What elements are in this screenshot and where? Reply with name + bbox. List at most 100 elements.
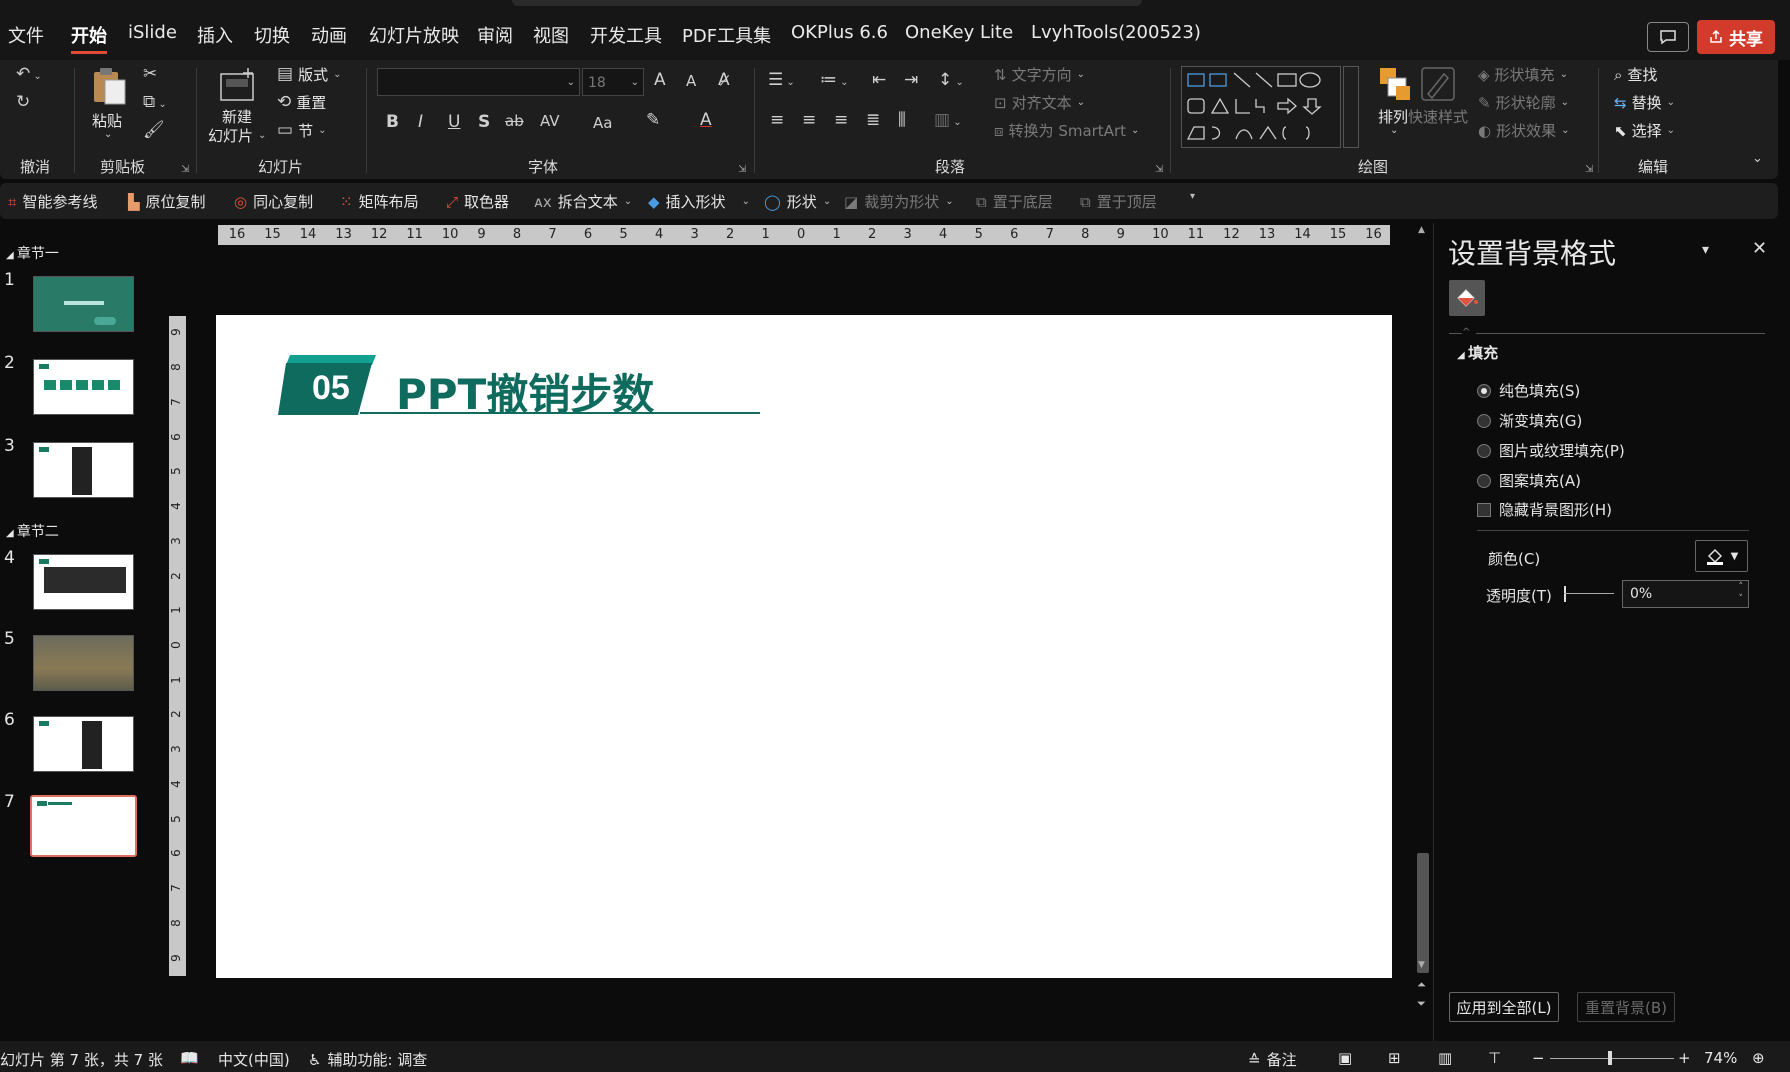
align-text-button[interactable]: ⊡ 对齐文本 ⌄: [994, 92, 1085, 113]
font-launcher-icon[interactable]: ⇲: [738, 164, 746, 175]
shadow-button[interactable]: S: [478, 114, 490, 131]
arrange-button[interactable]: 排列: [1378, 106, 1408, 127]
copy-icon[interactable]: ⧉ ⌄: [143, 94, 167, 111]
smart-guides-button[interactable]: ⌗ 智能参考线: [8, 191, 97, 212]
prev-slide-icon[interactable]: ⏶: [1417, 978, 1426, 992]
matrix-layout-button[interactable]: ⁙ 矩阵布局: [340, 191, 419, 212]
collapse-ribbon-icon[interactable]: ⌄: [1752, 152, 1763, 165]
columns-icon[interactable]: ▥ ⌄: [934, 112, 962, 129]
align-left-icon[interactable]: ≡: [770, 112, 784, 129]
format-painter-icon[interactable]: 🖌: [143, 122, 165, 139]
increase-indent-icon[interactable]: ⇥: [904, 72, 918, 89]
bring-to-front-button[interactable]: ⧉ 置于顶层: [1080, 191, 1157, 212]
next-slide-icon[interactable]: ⏷: [1417, 997, 1426, 1011]
redo-icon[interactable]: ↻: [16, 94, 30, 111]
tab-file[interactable]: 文件: [8, 22, 44, 48]
tab-slideshow[interactable]: 幻灯片放映: [369, 22, 459, 48]
split-text-button[interactable]: ᴀx 拆合文本 ⌄: [534, 191, 632, 212]
drawing-launcher-icon[interactable]: ⇲: [1585, 164, 1593, 175]
spell-check-icon[interactable]: 📖: [180, 1049, 199, 1067]
find-button[interactable]: ⌕ 查找: [1614, 64, 1657, 85]
slide-thumbnail-7[interactable]: [30, 795, 137, 857]
paragraph-launcher-icon[interactable]: ⇲: [1155, 164, 1163, 175]
justify-icon[interactable]: ≣: [866, 112, 880, 129]
reset-button[interactable]: ⟲ 重置: [277, 92, 326, 113]
char-spacing-button[interactable]: AV: [540, 114, 560, 129]
tab-okplus[interactable]: OKPlus 6.6: [791, 22, 888, 43]
shape-effects-button[interactable]: ◐ 形状效果 ⌄: [1478, 120, 1570, 141]
font-color-button[interactable]: A: [700, 112, 712, 129]
slide-canvas[interactable]: 05 PPT撤销步数: [216, 315, 1392, 978]
align-right-icon[interactable]: ≡: [834, 112, 848, 129]
shapes-gallery-scroll[interactable]: [1343, 66, 1359, 148]
tab-animations[interactable]: 动画: [311, 22, 347, 48]
highlight-icon[interactable]: ✎: [646, 112, 660, 129]
paste-button[interactable]: 粘贴: [92, 110, 122, 131]
replace-button[interactable]: ⇆ 替换 ⌄: [1614, 92, 1675, 113]
tab-review[interactable]: 审阅: [477, 22, 513, 48]
insert-shape-button[interactable]: ◆ 插入形状 ⌄: [648, 191, 750, 212]
shape-button[interactable]: ◯ 形状 ⌄: [764, 191, 831, 212]
apply-to-all-button[interactable]: 应用到全部(L): [1449, 992, 1559, 1022]
shapes-gallery[interactable]: [1181, 66, 1341, 148]
fit-to-window-icon[interactable]: ⊕: [1752, 1049, 1765, 1067]
canvas-scrollbar[interactable]: ▲ ▼: [1415, 225, 1431, 980]
slide-sorter-icon[interactable]: ⊞: [1388, 1049, 1401, 1067]
color-picker-button[interactable]: ⤢ 取色器: [446, 191, 509, 212]
slide-thumbnail-2[interactable]: [33, 359, 134, 415]
fill-section-header[interactable]: ◢ 填充: [1457, 342, 1498, 363]
normal-view-icon[interactable]: ▣: [1338, 1049, 1352, 1067]
shape-fill-button[interactable]: ◈ 形状填充 ⌄: [1478, 64, 1568, 85]
clear-format-icon[interactable]: A̷: [718, 72, 730, 89]
font-size-box[interactable]: 18 ⌄: [582, 68, 644, 96]
slide-thumbnail-1[interactable]: [33, 276, 134, 332]
accessibility-button[interactable]: ♿ 辅助功能: 调查: [308, 1049, 427, 1070]
title-badge-number[interactable]: 05: [312, 369, 350, 408]
hide-background-graphics-checkbox[interactable]: 隐藏背景图形(H): [1477, 499, 1612, 520]
color-picker-dropdown[interactable]: ▼: [1695, 540, 1748, 572]
pattern-fill-option[interactable]: 图案填充(A): [1477, 470, 1581, 491]
solid-fill-option[interactable]: 纯色填充(S): [1477, 380, 1580, 401]
tab-developer[interactable]: 开发工具: [590, 22, 662, 48]
layout-button[interactable]: ▤ 版式 ⌄: [277, 64, 341, 85]
tab-islide[interactable]: iSlide: [128, 22, 177, 43]
tab-view[interactable]: 视图: [533, 22, 569, 48]
slide-thumbnail-3[interactable]: [33, 442, 134, 498]
zoom-in-icon[interactable]: +: [1678, 1049, 1691, 1067]
arrange-icon[interactable]: [1374, 64, 1414, 104]
bullets-icon[interactable]: ☰ ⌄: [768, 72, 795, 89]
duplicate-in-place-button[interactable]: ▙ 原位复制: [128, 191, 206, 212]
notes-button[interactable]: ≙ 备注: [1248, 1049, 1297, 1070]
section-button[interactable]: ▭ 节 ⌄: [277, 120, 326, 141]
arrange-chevron-icon[interactable]: ⌄: [1390, 126, 1398, 136]
new-slide-label[interactable]: 新建: [222, 106, 252, 127]
section-header-2[interactable]: ◢ 章节二: [6, 521, 59, 541]
underline-button[interactable]: U: [448, 114, 460, 131]
crop-to-shape-button[interactable]: ◪ 裁剪为形状 ⌄: [844, 191, 954, 212]
slide-thumbnail-6[interactable]: [33, 716, 134, 772]
shape-outline-button[interactable]: ✎ 形状轮廓 ⌄: [1478, 92, 1569, 113]
zoom-slider[interactable]: [1550, 1058, 1674, 1059]
clipboard-launcher-icon[interactable]: ⇲: [181, 164, 189, 175]
concentric-copy-button[interactable]: ◎ 同心复制: [234, 191, 313, 212]
zoom-out-icon[interactable]: −: [1532, 1049, 1545, 1067]
paste-chevron-icon[interactable]: ⌄: [104, 130, 112, 140]
undo-icon[interactable]: ↶ ⌄: [16, 66, 42, 83]
grow-font-icon[interactable]: A: [654, 72, 666, 89]
tab-insert[interactable]: 插入: [197, 22, 233, 48]
send-to-back-button[interactable]: ⧉ 置于底层: [976, 191, 1053, 212]
distributed-icon[interactable]: ⫼: [898, 112, 906, 129]
strikethrough-button[interactable]: ab: [505, 114, 524, 129]
tab-home[interactable]: 开始: [71, 22, 107, 54]
change-case-button[interactable]: Aa: [593, 116, 612, 131]
zoom-slider-thumb[interactable]: [1608, 1051, 1612, 1065]
pane-options-chevron-icon[interactable]: ▾: [1702, 242, 1709, 258]
transparency-input[interactable]: 0% ˄ ˅: [1622, 580, 1749, 608]
italic-button[interactable]: I: [418, 114, 423, 131]
decrease-indent-icon[interactable]: ⇤: [872, 72, 886, 89]
share-button[interactable]: 共享: [1697, 20, 1775, 54]
line-spacing-icon[interactable]: ↕ ⌄: [938, 72, 964, 89]
select-button[interactable]: ⬉ 选择 ⌄: [1614, 120, 1675, 141]
reset-background-button[interactable]: 重置背景(B): [1577, 992, 1675, 1022]
comments-button[interactable]: [1647, 22, 1689, 52]
